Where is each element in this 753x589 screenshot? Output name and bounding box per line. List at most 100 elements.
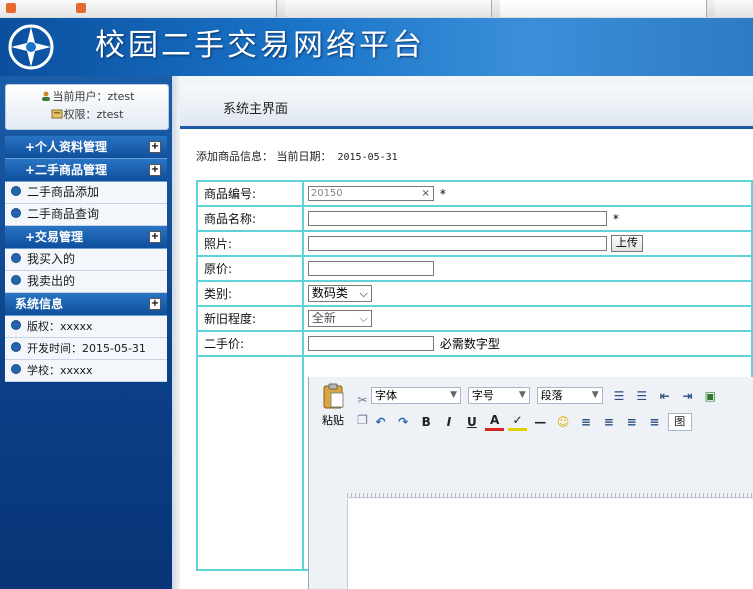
outdent-icon[interactable]: ⇤ — [655, 387, 674, 405]
browser-tab-2[interactable] — [70, 0, 277, 17]
permission-label: 权限：ztest — [63, 108, 124, 121]
code-label: 商品编号: — [196, 180, 304, 207]
menu-group-system-info[interactable]: 系统信息 + — [5, 293, 167, 316]
upload-button[interactable]: 上传 — [610, 235, 643, 252]
main-content: 添加商品信息： 当前日期： 2015-05-31 商品编号: 20150 × * 商品… — [180, 130, 753, 589]
photo-label: 照片: — [196, 230, 304, 257]
indent-icon[interactable]: ⇥ — [678, 387, 697, 405]
required-mark: * — [439, 186, 446, 201]
editor-canvas[interactable] — [347, 499, 753, 589]
bullet-icon — [11, 186, 21, 196]
tab-favicon-icon — [6, 3, 16, 13]
sidebar-item-add-goods[interactable]: 二手商品添加 — [5, 182, 167, 204]
menu-group-profile[interactable]: +个人资料管理 + — [5, 136, 167, 159]
secondhand-price-label: 二手价: — [196, 330, 304, 357]
site-banner: 校园二手交易网络平台 — [0, 18, 753, 76]
paragraph-select[interactable]: 段落 ▼ — [536, 387, 603, 404]
sidebar-item-school: 学校：xxxxx — [5, 360, 167, 382]
sidebar-item-copyright: 版权：xxxxx — [5, 316, 167, 338]
sidebar-menu: +个人资料管理 + +二手商品管理 + 二手商品添加 二手商品查询 +交易管理 + 我… — [5, 136, 167, 382]
site-title: 校园二手交易网络平台 — [95, 28, 425, 63]
horizontal-rule-icon[interactable]: — — [531, 413, 550, 431]
emoticon-icon[interactable]: ☺ — [554, 413, 573, 431]
underline-icon[interactable]: U — [462, 413, 481, 431]
chevron-down-icon: ⌵ — [359, 312, 368, 325]
expand-icon[interactable]: + — [149, 231, 161, 243]
align-left-icon[interactable]: ≡ — [576, 413, 595, 431]
paste-button[interactable]: 粘贴 — [319, 383, 347, 431]
add-goods-info-line: 添加商品信息： 当前日期： 2015-05-31 — [196, 150, 398, 163]
form-row-name: 商品名称: * — [196, 205, 753, 232]
expand-icon[interactable]: + — [149, 164, 161, 176]
cut-icon[interactable]: ✂ — [353, 391, 372, 409]
ordered-list-icon[interactable]: ☰ — [609, 387, 628, 405]
form-row-original-price: 原价: — [196, 255, 753, 282]
expand-icon[interactable]: + — [149, 298, 161, 310]
photo-input[interactable] — [307, 236, 607, 251]
bullet-icon — [11, 208, 21, 218]
align-right-icon[interactable]: ≡ — [622, 413, 641, 431]
site-logo-icon — [8, 24, 54, 70]
number-hint: 必需数字型 — [439, 337, 500, 351]
content-header: 系统主界面 — [180, 86, 753, 129]
bullet-icon — [11, 320, 21, 330]
browser-tab-5[interactable] — [715, 0, 753, 17]
browser-tab-4[interactable] — [500, 0, 707, 17]
italic-icon[interactable]: I — [439, 413, 458, 431]
unordered-list-icon[interactable]: ☰ — [632, 387, 651, 405]
original-price-label: 原价: — [196, 255, 304, 282]
sidebar-splitter[interactable] — [172, 76, 180, 589]
original-price-input[interactable] — [307, 261, 434, 276]
rich-text-editor: 粘贴 ✂ ❐ 字体 ▼ 字号 ▼ 段落 ▼ ☰ ☰ ⇤ ⇥ ▣ ↶ ↷ B I U A… — [308, 377, 753, 589]
font-color-icon[interactable]: A — [485, 413, 505, 431]
chevron-down-icon: ▼ — [450, 390, 457, 400]
browser-tab-1[interactable] — [0, 0, 77, 17]
image-icon[interactable]: ▣ — [701, 387, 720, 405]
current-date: 2015-05-31 — [337, 152, 398, 163]
condition-label: 新旧程度: — [196, 305, 304, 332]
sidebar-item-query-goods[interactable]: 二手商品查询 — [5, 204, 167, 226]
undo-icon[interactable]: ↶ — [371, 413, 390, 431]
form-row-condition: 新旧程度: 全新 ⌵ — [196, 305, 753, 332]
chevron-down-icon: ▼ — [518, 390, 526, 400]
page-title: 系统主界面 — [223, 102, 289, 117]
form-row-photo: 照片: 上传 — [196, 230, 753, 257]
menu-group-goods[interactable]: +二手商品管理 + — [5, 159, 167, 182]
chevron-down-icon: ▼ — [591, 390, 599, 400]
bold-icon[interactable]: B — [417, 413, 436, 431]
sidebar: 当前用户：ztest 权限：ztest +个人资料管理 + +二手商品管理 + 二手… — [0, 76, 172, 589]
name-input[interactable] — [307, 211, 607, 226]
sidebar-item-dev-time: 开发时间：2015-05-31 — [5, 338, 167, 360]
bullet-icon — [11, 275, 21, 285]
align-center-icon[interactable]: ≡ — [599, 413, 618, 431]
category-label: 类别: — [196, 280, 304, 307]
sidebar-item-sold[interactable]: 我卖出的 — [5, 271, 167, 293]
form-row-code: 商品编号: 20150 × * — [196, 180, 753, 207]
user-info-box: 当前用户：ztest 权限：ztest — [5, 84, 169, 130]
condition-select[interactable]: 全新 ⌵ — [307, 310, 372, 327]
font-size-select[interactable]: 字号 ▼ — [467, 387, 530, 404]
browser-tab-strip — [0, 0, 753, 19]
sidebar-item-bought[interactable]: 我买入的 — [5, 249, 167, 271]
form-row-secondhand-price: 二手价: 必需数字型 — [196, 330, 753, 357]
bullet-icon — [11, 342, 21, 352]
browser-tab-3[interactable] — [285, 0, 492, 17]
editor-toolbar-row-2: ↶ ↷ B I U A ✓ — ☺ ≡ ≡ ≡ ≡ 图 — [371, 413, 692, 433]
code-input[interactable]: 20150 × — [307, 186, 434, 201]
menu-group-trade[interactable]: +交易管理 + — [5, 226, 167, 249]
font-family-select[interactable]: 字体 ▼ — [371, 387, 461, 404]
highlight-icon[interactable]: ✓ — [507, 413, 527, 431]
editor-ruler — [347, 487, 753, 498]
copy-icon[interactable]: ❐ — [353, 411, 372, 429]
align-justify-icon[interactable]: ≡ — [645, 413, 664, 431]
secondhand-price-input[interactable] — [307, 336, 434, 351]
category-select[interactable]: 数码类 ⌵ — [307, 285, 372, 302]
required-mark: * — [612, 211, 619, 226]
redo-icon[interactable]: ↷ — [394, 413, 413, 431]
clear-icon[interactable]: × — [421, 187, 429, 200]
bullet-icon — [11, 253, 21, 263]
image-button[interactable]: 图 — [667, 413, 692, 431]
clipboard-icon — [323, 383, 344, 409]
expand-icon[interactable]: + — [149, 141, 161, 153]
bullet-icon — [11, 364, 21, 374]
